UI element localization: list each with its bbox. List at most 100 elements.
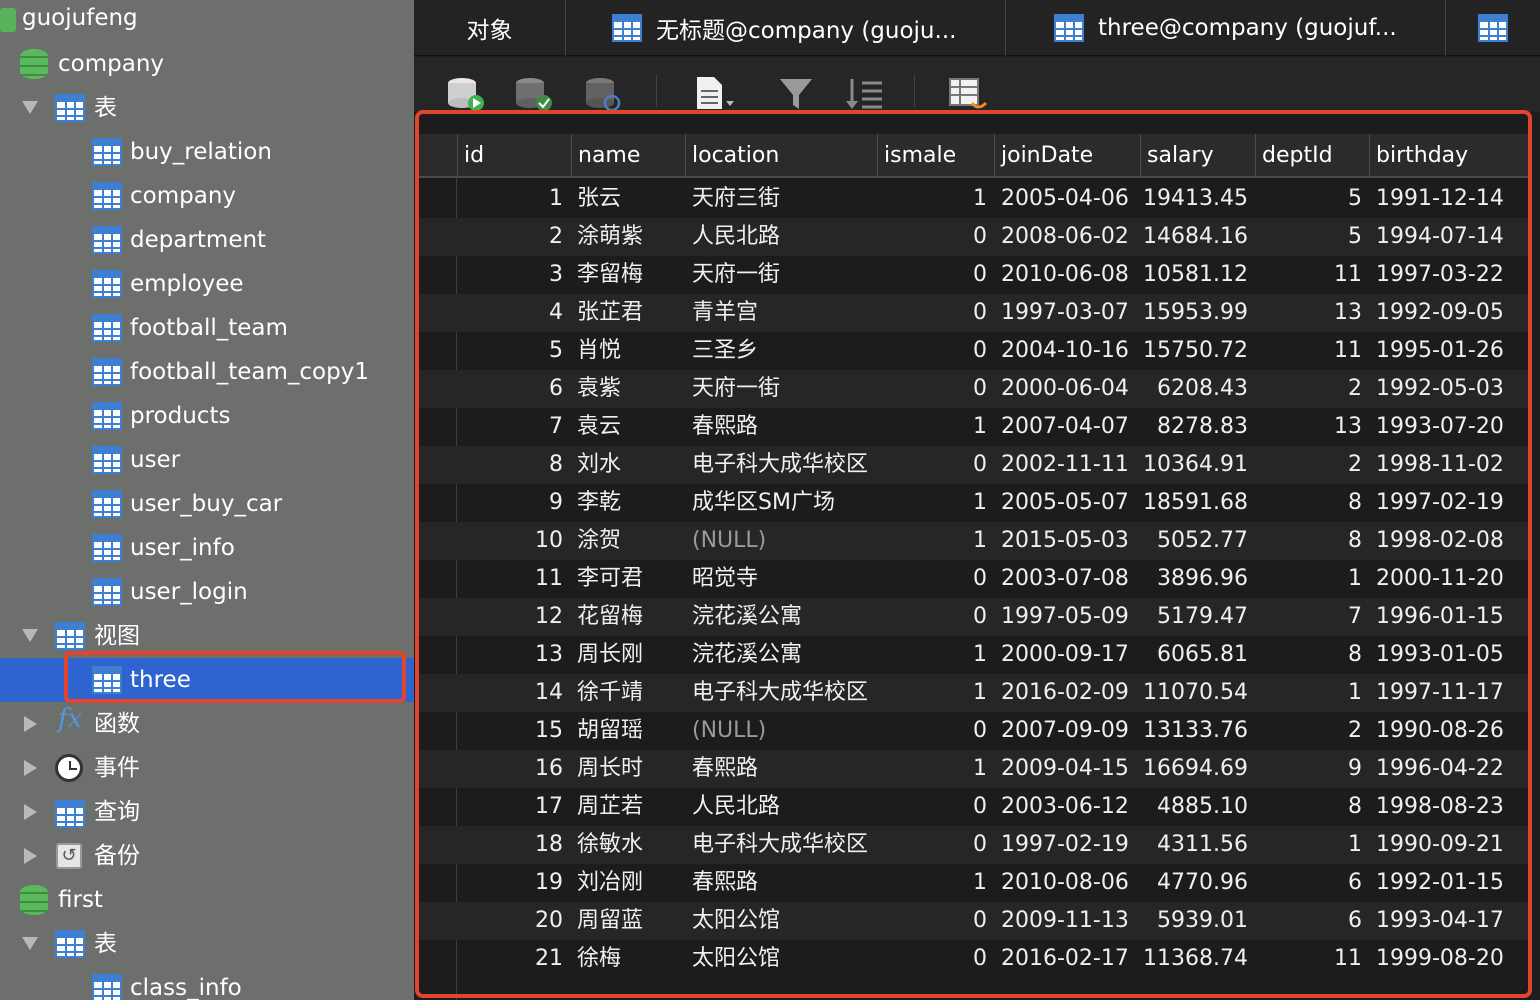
folder-backups[interactable]: ↺ 备份 bbox=[0, 834, 414, 878]
cell-name[interactable]: 袁紫 bbox=[577, 370, 685, 408]
cell-id[interactable]: 20 bbox=[457, 902, 563, 940]
cell-salary[interactable]: 10581.12 bbox=[1140, 256, 1248, 294]
cell-joinDate[interactable]: 2003-06-12 bbox=[1001, 788, 1141, 826]
cell-deptId[interactable]: 7 bbox=[1255, 598, 1362, 636]
cell-birthday[interactable]: 1990-08-26 bbox=[1376, 712, 1526, 750]
cell-joinDate[interactable]: 2007-09-09 bbox=[1001, 712, 1141, 750]
cell-location[interactable]: 人民北路 bbox=[692, 218, 877, 256]
cell-location[interactable]: 太阳公馆 bbox=[692, 902, 877, 940]
cell-deptId[interactable]: 8 bbox=[1255, 484, 1362, 522]
cell-location[interactable]: 春熙路 bbox=[692, 864, 877, 902]
table-row[interactable]: 11 李可君 昭觉寺 0 2003-07-08 3896.96 1 2000-11-20 bbox=[419, 560, 1531, 598]
cell-deptId[interactable]: 8 bbox=[1255, 636, 1362, 674]
cell-ismale[interactable]: 1 bbox=[877, 408, 987, 446]
cell-ismale[interactable]: 1 bbox=[877, 484, 987, 522]
column-header-id[interactable]: id bbox=[457, 134, 571, 178]
cell-location[interactable]: (NULL) bbox=[692, 712, 877, 750]
connection-guojufeng[interactable]: guojufeng bbox=[0, 0, 414, 44]
cell-location[interactable]: 春熙路 bbox=[692, 750, 877, 788]
cell-deptId[interactable]: 2 bbox=[1255, 370, 1362, 408]
column-header-ismale[interactable]: ismale bbox=[877, 134, 994, 178]
cell-deptId[interactable]: 8 bbox=[1255, 522, 1362, 560]
export-icon[interactable] bbox=[948, 75, 988, 111]
cell-ismale[interactable]: 0 bbox=[877, 598, 987, 636]
cell-ismale[interactable]: 1 bbox=[877, 750, 987, 788]
cell-birthday[interactable]: 2000-11-20 bbox=[1376, 560, 1526, 598]
rollback-icon[interactable] bbox=[584, 75, 624, 111]
cell-id[interactable]: 2 bbox=[457, 218, 563, 256]
folder-functions[interactable]: fx 函数 bbox=[0, 702, 414, 746]
sidebar-item-table[interactable]: football_team bbox=[0, 306, 414, 350]
column-header-deptId[interactable]: deptId bbox=[1255, 134, 1369, 178]
sidebar-item-class-info[interactable]: class_info bbox=[0, 966, 414, 1000]
cell-joinDate[interactable]: 2003-07-08 bbox=[1001, 560, 1141, 598]
cell-salary[interactable]: 8278.83 bbox=[1140, 408, 1248, 446]
cell-joinDate[interactable]: 2009-04-15 bbox=[1001, 750, 1141, 788]
text-icon[interactable] bbox=[694, 75, 734, 111]
cell-birthday[interactable]: 1992-01-15 bbox=[1376, 864, 1526, 902]
cell-location[interactable]: 天府一街 bbox=[692, 256, 877, 294]
commit-icon[interactable] bbox=[514, 75, 554, 111]
cell-deptId[interactable]: 2 bbox=[1255, 712, 1362, 750]
cell-ismale[interactable]: 0 bbox=[877, 446, 987, 484]
cell-id[interactable]: 9 bbox=[457, 484, 563, 522]
cell-salary[interactable]: 5179.47 bbox=[1140, 598, 1248, 636]
cell-name[interactable]: 徐梅 bbox=[577, 940, 685, 978]
cell-salary[interactable]: 19413.45 bbox=[1140, 180, 1248, 218]
table-row[interactable]: 6 袁紫 天府一街 0 2000-06-04 6208.43 2 1992-05-03 bbox=[419, 370, 1531, 408]
cell-ismale[interactable]: 1 bbox=[877, 674, 987, 712]
cell-name[interactable]: 李留梅 bbox=[577, 256, 685, 294]
cell-id[interactable]: 1 bbox=[457, 180, 563, 218]
cell-name[interactable]: 张芷君 bbox=[577, 294, 685, 332]
cell-name[interactable]: 张云 bbox=[577, 180, 685, 218]
cell-deptId[interactable]: 5 bbox=[1255, 218, 1362, 256]
cell-id[interactable]: 8 bbox=[457, 446, 563, 484]
chevron-down-icon[interactable] bbox=[22, 101, 38, 114]
cell-ismale[interactable]: 0 bbox=[877, 712, 987, 750]
cell-salary[interactable]: 18591.68 bbox=[1140, 484, 1248, 522]
cell-salary[interactable]: 5052.77 bbox=[1140, 522, 1248, 560]
sidebar-item-table[interactable]: department bbox=[0, 218, 414, 262]
sidebar-item-table[interactable]: user bbox=[0, 438, 414, 482]
cell-ismale[interactable]: 0 bbox=[877, 902, 987, 940]
cell-location[interactable]: 天府三街 bbox=[692, 180, 877, 218]
cell-birthday[interactable]: 1999-08-20 bbox=[1376, 940, 1526, 978]
cell-joinDate[interactable]: 2004-10-16 bbox=[1001, 332, 1141, 370]
cell-ismale[interactable]: 0 bbox=[877, 940, 987, 978]
cell-location[interactable]: 电子科大成华校区 bbox=[692, 826, 877, 864]
table-row[interactable]: 7 袁云 春熙路 1 2007-04-07 8278.83 13 1993-07-20 bbox=[419, 408, 1531, 446]
cell-ismale[interactable]: 0 bbox=[877, 332, 987, 370]
begin-transaction-icon[interactable] bbox=[446, 75, 486, 111]
tab-new[interactable] bbox=[1446, 0, 1540, 56]
cell-deptId[interactable]: 13 bbox=[1255, 294, 1362, 332]
cell-location[interactable]: 成华区SM广场 bbox=[692, 484, 877, 522]
column-header-joinDate[interactable]: joinDate bbox=[994, 134, 1140, 178]
cell-name[interactable]: 周长刚 bbox=[577, 636, 685, 674]
cell-location[interactable]: 浣花溪公寓 bbox=[692, 598, 877, 636]
cell-birthday[interactable]: 1997-02-19 bbox=[1376, 484, 1526, 522]
sidebar-item-table[interactable]: user_info bbox=[0, 526, 414, 570]
cell-salary[interactable]: 11070.54 bbox=[1140, 674, 1248, 712]
cell-location[interactable]: (NULL) bbox=[692, 522, 877, 560]
chevron-right-icon[interactable] bbox=[24, 804, 37, 820]
folder-events[interactable]: 事件 bbox=[0, 746, 414, 790]
cell-ismale[interactable]: 0 bbox=[877, 826, 987, 864]
chevron-right-icon[interactable] bbox=[24, 848, 37, 864]
cell-location[interactable]: 天府一街 bbox=[692, 370, 877, 408]
cell-id[interactable]: 3 bbox=[457, 256, 563, 294]
sidebar-item-table[interactable]: products bbox=[0, 394, 414, 438]
cell-birthday[interactable]: 1993-01-05 bbox=[1376, 636, 1526, 674]
cell-id[interactable]: 18 bbox=[457, 826, 563, 864]
cell-joinDate[interactable]: 2010-06-08 bbox=[1001, 256, 1141, 294]
table-row[interactable]: 13 周长刚 浣花溪公寓 1 2000-09-17 6065.81 8 1993-01-05 bbox=[419, 636, 1531, 674]
table-row[interactable]: 19 刘冶刚 春熙路 1 2010-08-06 4770.96 6 1992-01-15 bbox=[419, 864, 1531, 902]
cell-name[interactable]: 刘冶刚 bbox=[577, 864, 685, 902]
cell-birthday[interactable]: 1997-11-17 bbox=[1376, 674, 1526, 712]
table-row[interactable]: 12 花留梅 浣花溪公寓 0 1997-05-09 5179.47 7 1996-01-15 bbox=[419, 598, 1531, 636]
column-header-birthday[interactable]: birthday bbox=[1369, 134, 1515, 178]
cell-location[interactable]: 青羊宫 bbox=[692, 294, 877, 332]
cell-name[interactable]: 周芷若 bbox=[577, 788, 685, 826]
column-header-name[interactable]: name bbox=[571, 134, 685, 178]
table-row[interactable]: 5 肖悦 三圣乡 0 2004-10-16 15750.72 11 1995-01-26 bbox=[419, 332, 1531, 370]
cell-birthday[interactable]: 1997-03-22 bbox=[1376, 256, 1526, 294]
